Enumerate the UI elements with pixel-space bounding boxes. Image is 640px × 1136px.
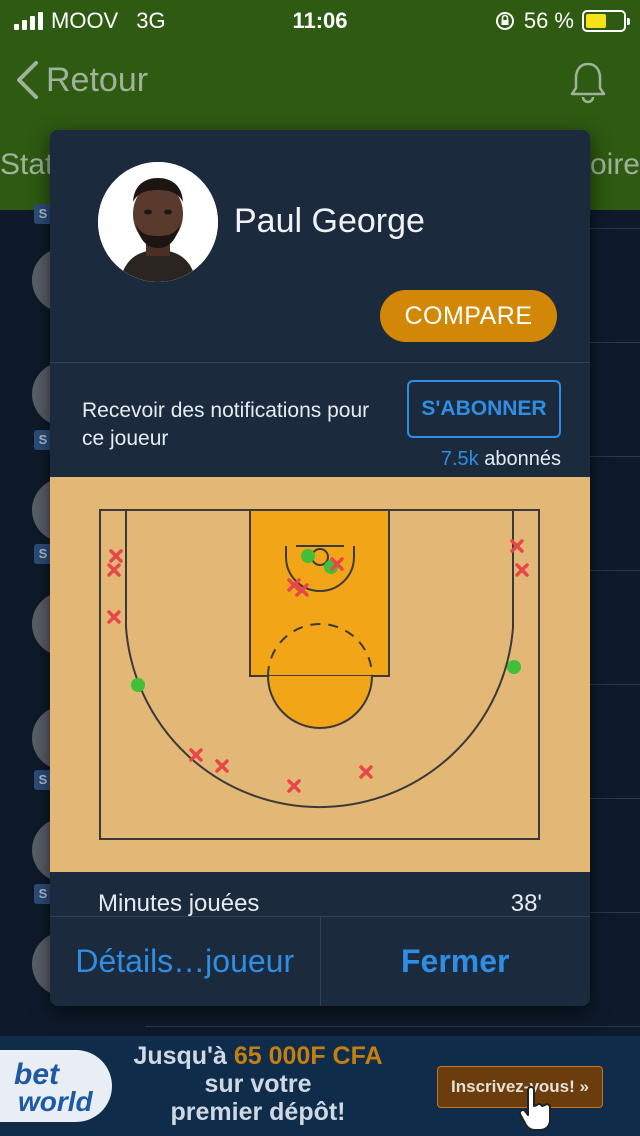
ad-text: Jusqu'à 65 000F CFA sur votre premier dé… [118,1042,398,1126]
ad-banner[interactable]: bet world Jusqu'à 65 000F CFA sur votre … [0,1036,640,1136]
battery-percent: 56 % [523,8,574,33]
stat-minutes-label: Minutes jouées [98,890,260,917]
status-left: MOOV 3G [14,8,166,34]
ad-amount: 65 000F CFA [233,1042,383,1070]
hand-cursor-icon [518,1086,551,1131]
shot-made-marker [507,660,521,674]
divider [590,228,640,229]
back-button[interactable]: Retour [14,60,148,100]
followers-count: 7.5k abonnés [441,448,561,471]
tab-history[interactable]: oire [590,148,640,182]
status-bar: MOOV 3G 11:06 56 % [0,0,640,40]
divider [145,1026,640,1027]
stats-list: Minutes jouées 38' [50,872,590,917]
battery-icon [582,10,630,32]
subscribe-button[interactable]: S'ABONNER [407,380,561,438]
divider [590,456,640,457]
tab-stats[interactable]: Stat [0,148,53,182]
notification-section: Recevoir des notifications pour ce joueu… [50,363,590,477]
divider [590,570,640,571]
back-label: Retour [46,60,149,99]
followers-label: abonnés [484,448,561,470]
chevron-left-icon [17,61,38,99]
player-modal: Paul George COMPARE Recevoir des notific… [50,130,590,1006]
notification-bell-icon[interactable] [568,60,608,109]
player-header: Paul George COMPARE [50,130,590,363]
basketball-court [50,477,590,872]
shot-made-marker [131,678,145,692]
shot-made-marker [301,549,315,563]
player-details-button[interactable]: Détails…joueur [50,917,320,1006]
modal-footer: Détails…joueur Fermer [50,916,590,1006]
followers-number: 7.5k [440,448,479,470]
divider [590,684,640,685]
close-button[interactable]: Fermer [321,917,591,1006]
carrier-name: MOOV [51,8,119,33]
betworld-logo: bet world [0,1050,112,1122]
notification-text: Recevoir des notifications pour ce joueu… [82,399,370,450]
logo-text-world: world [18,1086,93,1117]
compare-button[interactable]: COMPARE [380,290,557,342]
ad-line3: premier dépôt! [170,1098,346,1126]
stat-minutes-value: 38' [510,890,542,917]
divider [590,342,640,343]
rotation-lock-icon [495,12,514,30]
shot-chart [50,477,590,872]
ad-line1-prefix: Jusqu'à [133,1042,234,1070]
status-right: 56 % [494,8,630,34]
signal-icon [14,12,43,30]
divider [590,912,640,913]
divider [590,798,640,799]
player-name: Paul George [234,202,425,240]
ad-line2: sur votre [204,1070,312,1098]
network-type: 3G [136,8,166,33]
player-avatar [98,162,218,282]
